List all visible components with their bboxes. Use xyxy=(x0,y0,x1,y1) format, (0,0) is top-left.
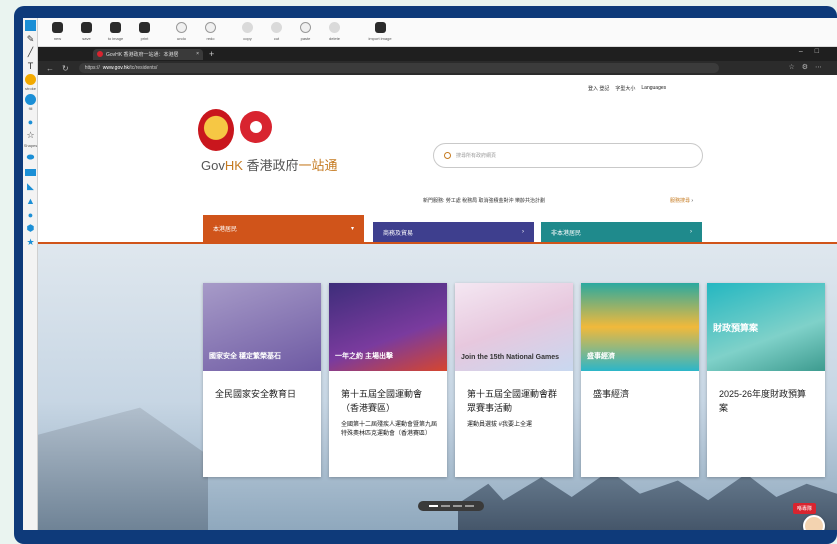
fill-color-swatch[interactable] xyxy=(25,94,36,105)
card-subtitle: 全國第十二屆殘疾人運動會暨第九屆特殊奧林匹克運動會（香港賽區） xyxy=(341,422,438,437)
delete-icon xyxy=(329,22,340,33)
new-file-icon xyxy=(52,22,63,33)
hexagon-icon[interactable]: ⬢ xyxy=(25,223,36,234)
assistant-label[interactable]: 喺專隊 xyxy=(793,503,817,514)
rectangle-icon[interactable] xyxy=(25,169,36,176)
quick-links[interactable]: 新門服務: 勞工處 稅務局 取消強積金對沖 樂齡共治計劃 xyxy=(423,197,545,204)
close-tab-icon[interactable]: × xyxy=(196,51,199,57)
fill-label: fill xyxy=(28,106,33,111)
redo-icon xyxy=(205,22,216,33)
delete-button[interactable]: delete xyxy=(320,18,349,47)
service-search-link[interactable]: 服務搜尋 › xyxy=(670,197,693,204)
browser-actions-icons[interactable]: ☆⚙⋯ xyxy=(788,63,829,71)
feature-card[interactable]: 盛事經濟 盛事經濟 xyxy=(581,283,699,477)
card-title: 第十五屆全國運動會（香港賽區） xyxy=(341,389,423,413)
feature-card[interactable]: Join the 15th National Games 第十五屆全國運動會群眾… xyxy=(455,283,573,477)
govhk-logo[interactable]: GovHK 香港政府一站通 xyxy=(201,155,338,174)
font-size-link[interactable]: 字型大小 xyxy=(615,85,635,92)
undo-icon xyxy=(176,22,187,33)
utility-links: 登入 登記 字型大小 Languages xyxy=(588,85,666,92)
address-bar-row: ← ↻ https://www.gov.hk/tc/residents/ ☆⚙⋯ xyxy=(38,61,837,75)
top-toolbar: new save to image print undo redo copy c… xyxy=(37,18,837,47)
tab-non-residents[interactable]: 非本港居民 › xyxy=(541,222,702,242)
browser-tab[interactable]: GovHK 香港政府一站通：本港居 × xyxy=(93,48,203,60)
assistant-avatar-icon[interactable] xyxy=(803,515,825,530)
card-title: 全民國家安全教育日 xyxy=(215,389,297,399)
feature-card[interactable]: 財政預算案 2025-26年度財政預算案 xyxy=(707,283,825,477)
save-icon xyxy=(81,22,92,33)
print-icon xyxy=(139,22,150,33)
chevron-down-icon: ▾ xyxy=(350,226,354,232)
carousel-pagination[interactable] xyxy=(418,501,484,511)
tab-residents[interactable]: 本港居民 ▾ xyxy=(203,215,364,242)
card-image: 盛事經濟 xyxy=(581,283,699,371)
to-image-button[interactable]: to image xyxy=(101,18,130,47)
new-tab-icon[interactable]: + xyxy=(209,49,214,59)
chevron-right-icon: › xyxy=(522,229,524,235)
circle-icon[interactable]: ● xyxy=(25,209,36,220)
line-icon[interactable]: ╱ xyxy=(25,47,36,58)
pen-icon[interactable]: ✎ xyxy=(25,34,36,45)
paste-icon xyxy=(300,22,311,33)
cut-icon xyxy=(271,22,282,33)
paste-button[interactable]: paste xyxy=(291,18,320,47)
card-image: 財政預算案 xyxy=(707,283,825,371)
card-image: Join the 15th National Games xyxy=(455,283,573,371)
webpage: 登入 登記 字型大小 Languages GovHK 香港政府一站通 搜尋所有政… xyxy=(38,75,837,530)
star-icon[interactable]: ★ xyxy=(25,237,36,248)
browser-tab-bar: GovHK 香港政府一站通：本港居 × + –□ xyxy=(38,47,837,61)
languages-menu[interactable]: Languages xyxy=(641,85,666,92)
feature-card[interactable]: 國家安全 穩定繁榮基石 全民國家安全教育日 xyxy=(203,283,321,477)
triangle-icon[interactable]: ▲ xyxy=(25,195,36,206)
shapes-label: Shapes xyxy=(23,143,38,148)
search-input[interactable]: 搜尋所有政府網頁 xyxy=(433,143,703,168)
search-icon xyxy=(444,152,451,159)
url-field[interactable]: https://www.gov.hk/tc/residents/ xyxy=(78,63,719,73)
select-tool[interactable] xyxy=(25,20,36,31)
back-icon[interactable]: ← xyxy=(46,64,54,73)
card-image: 一年之約 主場出擊 xyxy=(329,283,447,371)
card-image: 國家安全 穩定繁榮基石 xyxy=(203,283,321,371)
govhk-favicon-icon xyxy=(97,51,103,57)
tab-business[interactable]: 商務及貿易 › xyxy=(373,222,534,242)
stroke-label: stroke xyxy=(25,86,36,91)
hksar-emblem-icon xyxy=(240,111,272,143)
stroke-color-swatch[interactable] xyxy=(25,74,36,85)
app-screen: new save to image print undo redo copy c… xyxy=(23,18,837,530)
print-button[interactable]: print xyxy=(130,18,159,47)
save-button[interactable]: save xyxy=(72,18,101,47)
ellipse-icon[interactable]: ⬬ xyxy=(25,152,36,163)
cut-button[interactable]: cut xyxy=(262,18,291,47)
to-image-icon xyxy=(110,22,121,33)
redo-button[interactable]: redo xyxy=(196,18,225,47)
card-title: 盛事經濟 xyxy=(593,389,630,399)
feature-card[interactable]: 一年之約 主場出擊 第十五屆全國運動會（香港賽區） 全國第十二屆殘疾人運動會暨第… xyxy=(329,283,447,477)
new-button[interactable]: new xyxy=(43,18,72,47)
undo-button[interactable]: undo xyxy=(167,18,196,47)
card-subtitle: 運動員選拔 #我要上全運 xyxy=(467,422,533,428)
signin-link[interactable]: 登入 登記 xyxy=(588,85,609,92)
copy-button[interactable]: copy xyxy=(233,18,262,47)
star-outline-icon[interactable]: ☆ xyxy=(25,130,36,141)
chevron-right-icon: › xyxy=(690,229,692,235)
text-icon[interactable]: T xyxy=(25,60,36,71)
import-image-button[interactable]: import image xyxy=(357,18,403,47)
copy-icon xyxy=(242,22,253,33)
national-emblem-icon xyxy=(198,109,234,151)
right-triangle-icon[interactable]: ◣ xyxy=(25,181,36,192)
window-controls[interactable]: –□ xyxy=(799,48,831,55)
dot-shape-icon[interactable]: ● xyxy=(25,116,36,127)
card-title: 2025-26年度財政預算案 xyxy=(719,389,807,413)
import-image-icon xyxy=(374,22,386,33)
reload-icon[interactable]: ↻ xyxy=(62,64,69,73)
card-title: 第十五屆全國運動會群眾賽事活動 xyxy=(467,389,558,413)
left-toolbar: ✎ ╱ T stroke fill ● ☆ Shapes ⬬ ◣ ▲ ● ⬢ ★ xyxy=(23,18,38,530)
